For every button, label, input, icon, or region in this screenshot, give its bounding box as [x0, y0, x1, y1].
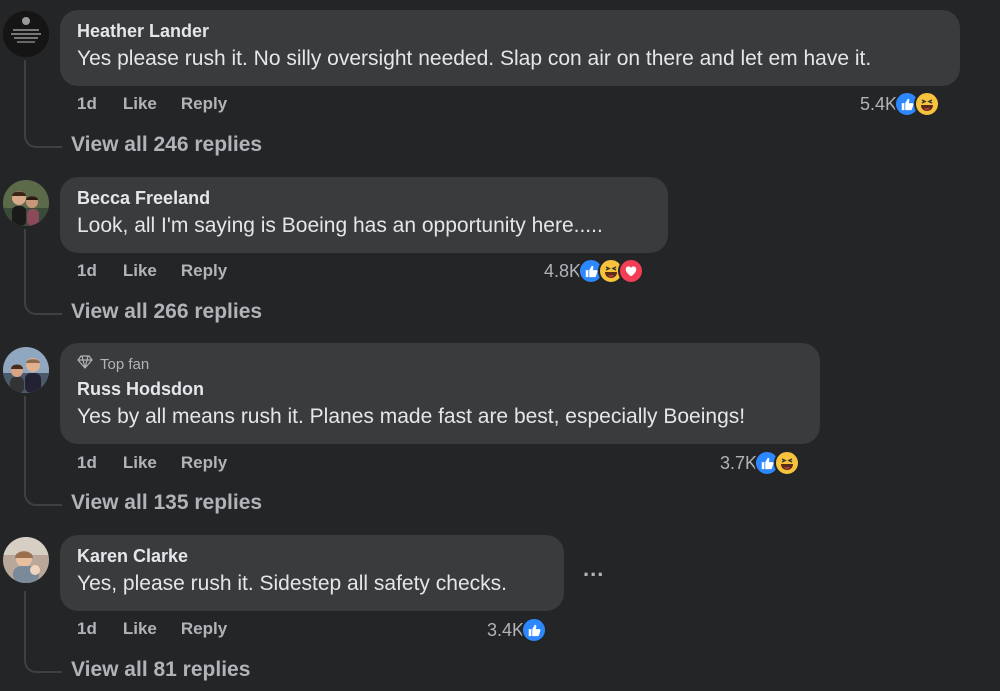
haha-icon	[914, 91, 941, 117]
reply-button[interactable]: Reply	[181, 453, 227, 473]
top-fan-label: Top fan	[100, 355, 150, 373]
comment-text: Yes by all means rush it. Planes made fa…	[77, 405, 746, 428]
view-replies-link[interactable]: View all 266 replies	[71, 300, 262, 324]
reply-button[interactable]: Reply	[181, 619, 227, 639]
comment-age[interactable]: 1d	[77, 94, 97, 114]
comment-author[interactable]: Russ Hodsdon	[77, 378, 802, 400]
comment-age[interactable]: 1d	[77, 619, 97, 639]
like-button[interactable]: Like	[123, 453, 157, 473]
like-button[interactable]: Like	[123, 94, 157, 114]
top-fan-badge: Top fan	[77, 355, 802, 373]
like-button[interactable]: Like	[123, 619, 157, 639]
comment-age[interactable]: 1d	[77, 453, 97, 473]
avatar[interactable]	[3, 11, 49, 57]
comment-bubble: Top fan Russ Hodsdon Yes by all means ru…	[60, 343, 820, 444]
like-icon	[521, 617, 548, 643]
comment-author[interactable]: Heather Lander	[77, 20, 942, 42]
thread-line	[24, 396, 62, 506]
reaction-count: 3.4K	[487, 619, 525, 640]
comment-author[interactable]: Karen Clarke	[77, 545, 546, 567]
view-replies-link[interactable]: View all 246 replies	[71, 133, 262, 157]
comment-author[interactable]: Becca Freeland	[77, 187, 650, 209]
reply-button[interactable]: Reply	[181, 94, 227, 114]
reply-button[interactable]: Reply	[181, 261, 227, 281]
reaction-summary[interactable]: 4.8K	[544, 258, 645, 284]
reaction-summary[interactable]: 3.7K	[720, 450, 801, 476]
comment-bubble: Becca Freeland Look, all I'm saying is B…	[60, 177, 668, 253]
haha-icon	[774, 450, 801, 476]
comment-actions: 1d Like Reply	[77, 94, 227, 114]
comment-age[interactable]: 1d	[77, 261, 97, 281]
view-replies-link[interactable]: View all 135 replies	[71, 491, 262, 515]
avatar[interactable]	[3, 537, 49, 583]
view-replies-link[interactable]: View all 81 replies	[71, 658, 250, 682]
thread-line	[24, 60, 62, 148]
reaction-summary[interactable]: 3.4K	[487, 617, 548, 643]
comment-text: Yes please rush it. No silly oversight n…	[77, 47, 872, 70]
reaction-count: 3.7K	[720, 452, 758, 473]
comment-bubble: Heather Lander Yes please rush it. No si…	[60, 10, 960, 86]
comment-actions: 1d Like Reply	[77, 619, 227, 639]
love-icon	[618, 258, 645, 284]
comment-text: Yes, please rush it. Sidestep all safety…	[77, 572, 507, 595]
comment-text: Look, all I'm saying is Boeing has an op…	[77, 214, 603, 237]
reaction-summary[interactable]: 5.4K	[860, 91, 941, 117]
avatar[interactable]	[3, 180, 49, 226]
diamond-icon	[77, 355, 93, 373]
comment-actions: 1d Like Reply	[77, 453, 227, 473]
reaction-count: 4.8K	[544, 260, 582, 281]
thread-line	[24, 591, 62, 673]
comment-bubble: Karen Clarke Yes, please rush it. Sidest…	[60, 535, 564, 611]
avatar[interactable]	[3, 347, 49, 393]
like-button[interactable]: Like	[123, 261, 157, 281]
comment-actions: 1d Like Reply	[77, 261, 227, 281]
more-options-button[interactable]: ...	[583, 556, 604, 582]
reaction-count: 5.4K	[860, 93, 898, 114]
thread-line	[24, 229, 62, 315]
